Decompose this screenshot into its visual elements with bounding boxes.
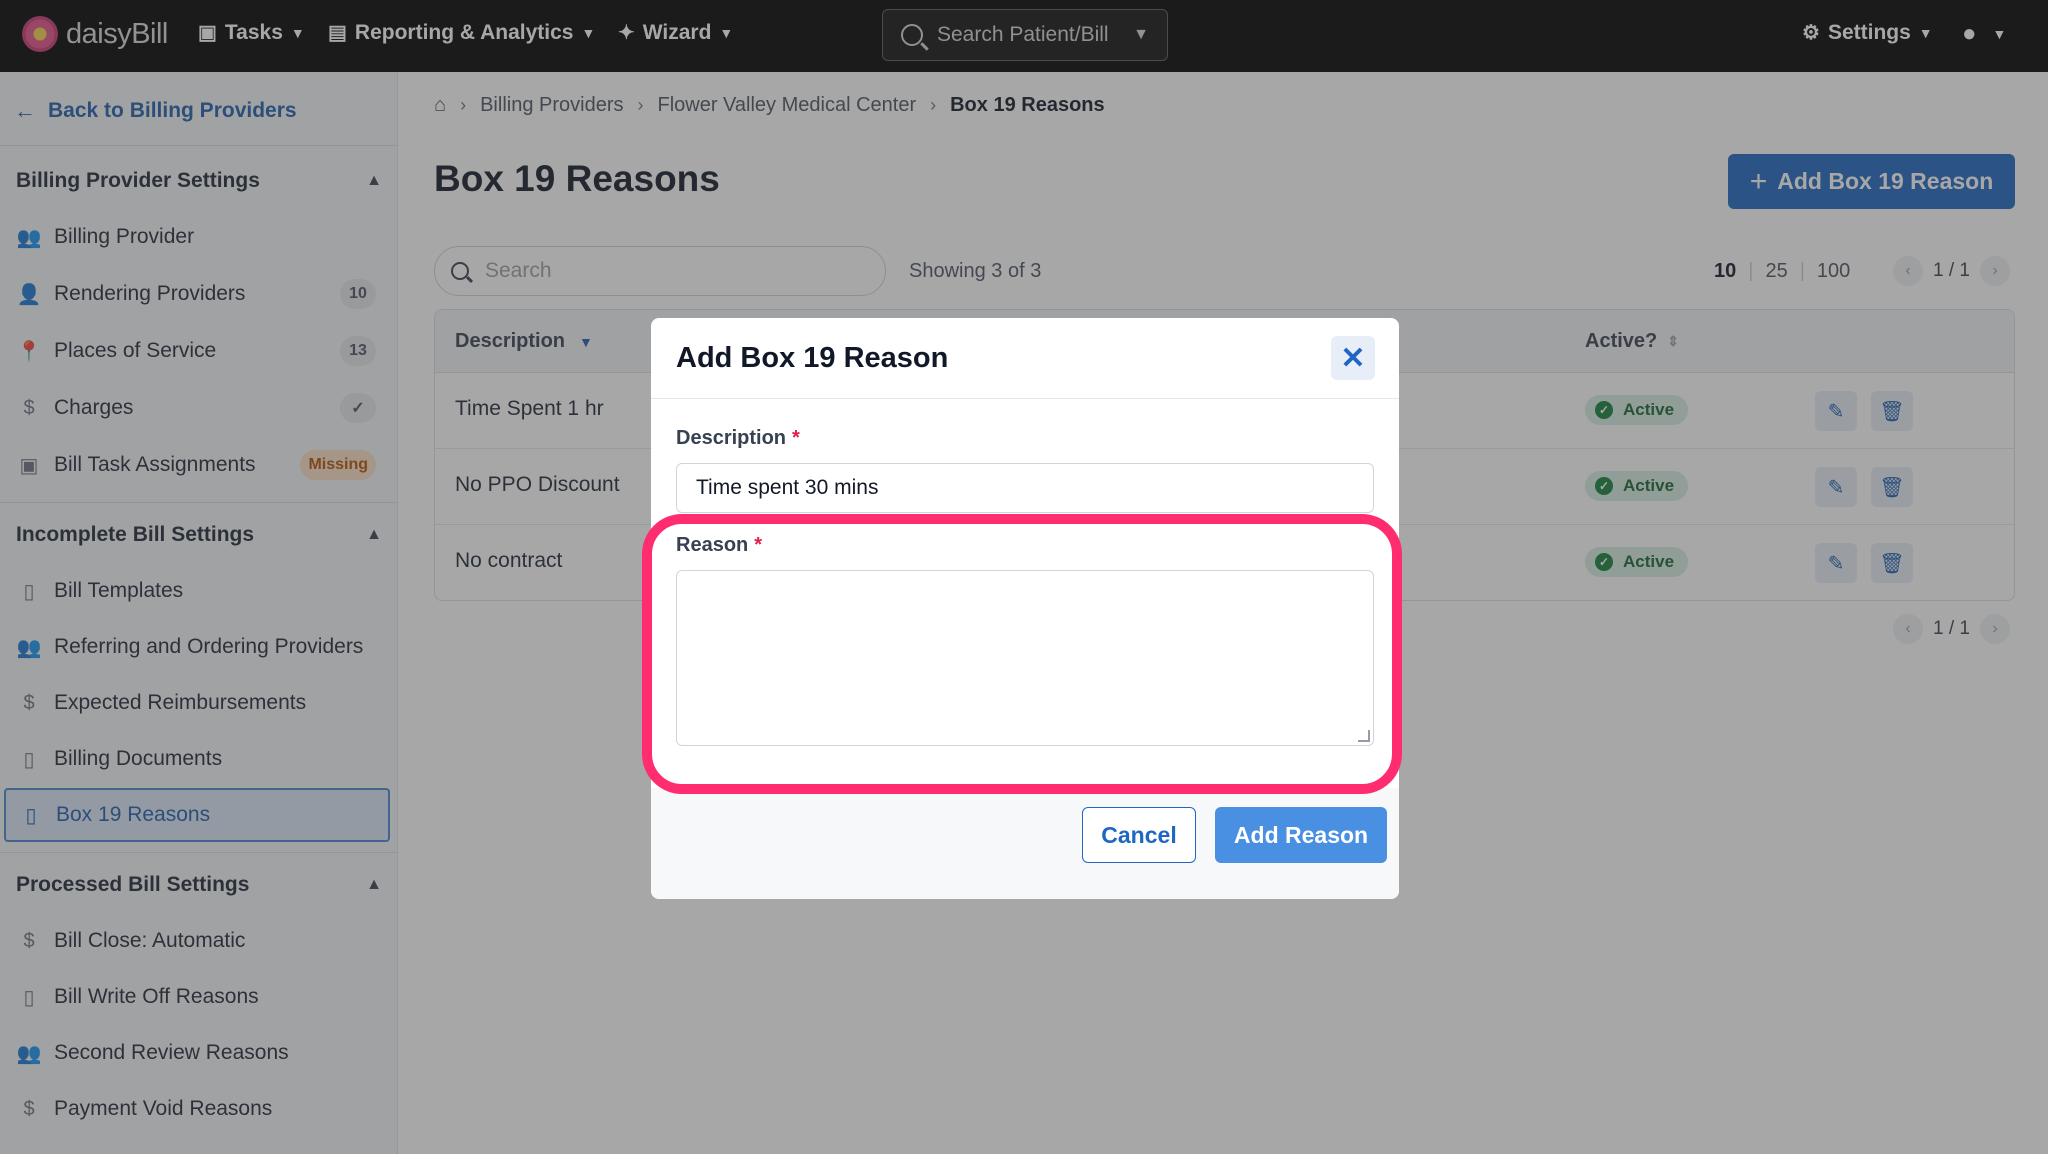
reason-field-highlight <box>642 514 1402 794</box>
cancel-button[interactable]: Cancel <box>1082 807 1196 863</box>
description-label: Description * <box>676 427 800 450</box>
divider <box>651 398 1399 399</box>
description-label-text: Description <box>676 427 787 449</box>
close-icon[interactable]: ✕ <box>1331 336 1375 380</box>
modal-title: Add Box 19 Reason <box>676 342 949 374</box>
add-reason-button[interactable]: Add Reason <box>1215 807 1387 863</box>
required-mark: * <box>792 427 800 449</box>
modal-footer: Cancel Add Reason <box>651 788 1399 899</box>
description-input[interactable]: Time spent 30 mins <box>676 463 1374 513</box>
